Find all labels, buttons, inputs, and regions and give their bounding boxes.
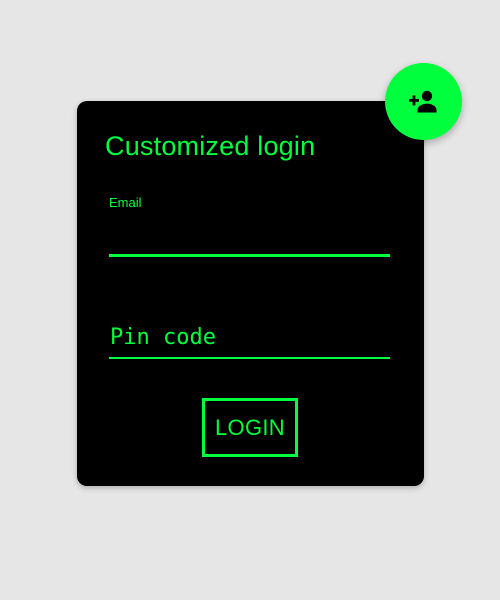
email-field[interactable] xyxy=(109,217,390,257)
login-title: Customized login xyxy=(105,131,316,161)
email-label: Email xyxy=(109,195,142,210)
add-user-button[interactable] xyxy=(385,63,462,140)
login-button[interactable]: LOGIN xyxy=(202,398,298,457)
login-card: Customized login Email LOGIN xyxy=(77,101,424,486)
pin-code-field[interactable] xyxy=(109,321,390,359)
add-person-icon xyxy=(408,90,436,112)
